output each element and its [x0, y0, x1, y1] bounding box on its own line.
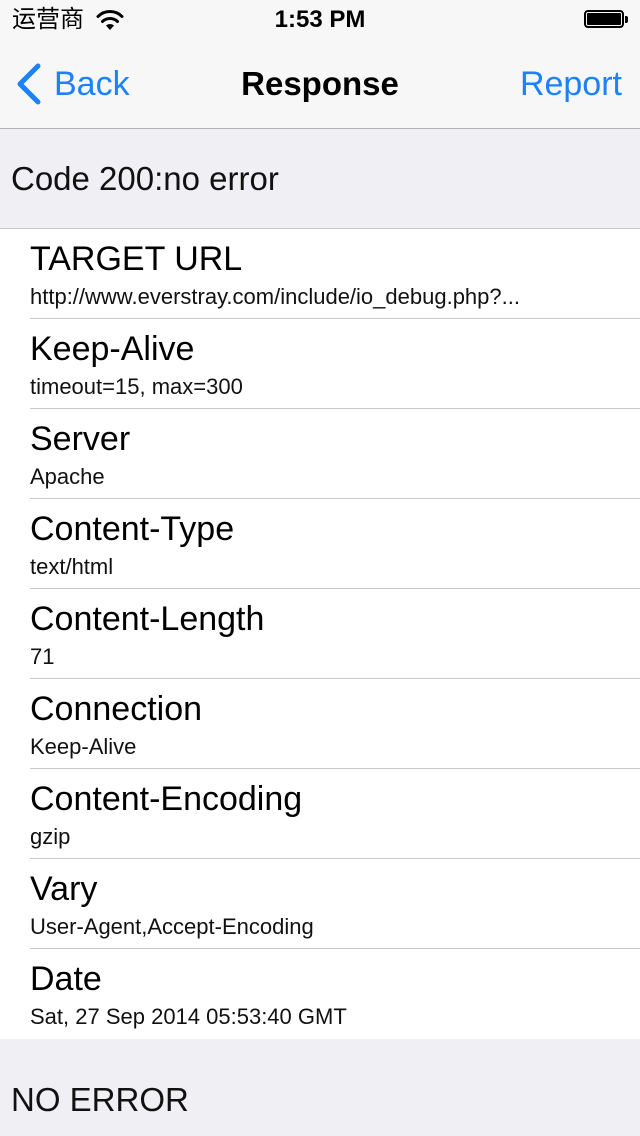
header-name: Keep-Alive [30, 330, 195, 368]
response-code-text: Code 200:no error [11, 160, 279, 197]
header-name: Content-Length [30, 600, 265, 638]
header-row[interactable]: Content-Type text/html [0, 499, 640, 589]
battery-icon [584, 10, 628, 30]
header-name: TARGET URL [30, 240, 243, 278]
header-value: Apache [30, 464, 105, 489]
header-row[interactable]: Content-Encoding gzip [0, 769, 640, 859]
navigation-bar: Back Response Report [0, 40, 640, 128]
error-status-text: NO ERROR [11, 1081, 189, 1118]
header-value: Sat, 27 Sep 2014 05:53:40 GMT [30, 1004, 347, 1029]
header-row[interactable]: Vary User-Agent,Accept-Encoding [0, 859, 640, 949]
top-bar: 运营商 1:53 PM Back Response Report [0, 0, 640, 129]
response-code-header: Code 200:no error [0, 129, 640, 228]
header-value: text/html [30, 554, 114, 579]
header-name: Server [30, 420, 131, 458]
screen: 运营商 1:53 PM Back Response Report Code 20… [0, 0, 640, 1136]
error-footer: NO ERROR [0, 1039, 640, 1136]
header-value: timeout=15, max=300 [30, 374, 243, 399]
header-row[interactable]: Server Apache [0, 409, 640, 499]
header-name: Content-Encoding [30, 780, 303, 818]
response-headers-list: TARGET URL http://www.everstray.com/incl… [0, 228, 640, 1040]
header-value: 71 [30, 644, 55, 669]
header-value: gzip [30, 824, 71, 849]
header-value: User-Agent,Accept-Encoding [30, 914, 314, 939]
status-time: 1:53 PM [274, 6, 366, 33]
header-row[interactable]: Keep-Alive timeout=15, max=300 [0, 319, 640, 409]
header-value: Keep-Alive [30, 734, 137, 759]
header-name: Date [30, 960, 102, 998]
header-value: http://www.everstray.com/include/io_debu… [30, 284, 520, 309]
header-name: Content-Type [30, 510, 235, 548]
header-name: Connection [30, 690, 203, 728]
report-button[interactable]: Report [520, 64, 622, 104]
header-name: Vary [30, 870, 98, 908]
header-row[interactable]: Content-Length 71 [0, 589, 640, 679]
status-bar: 运营商 1:53 PM [0, 0, 640, 40]
header-row[interactable]: Connection Keep-Alive [0, 679, 640, 769]
header-row[interactable]: TARGET URL http://www.everstray.com/incl… [0, 229, 640, 319]
header-row[interactable]: Date Sat, 27 Sep 2014 05:53:40 GMT [0, 949, 640, 1039]
